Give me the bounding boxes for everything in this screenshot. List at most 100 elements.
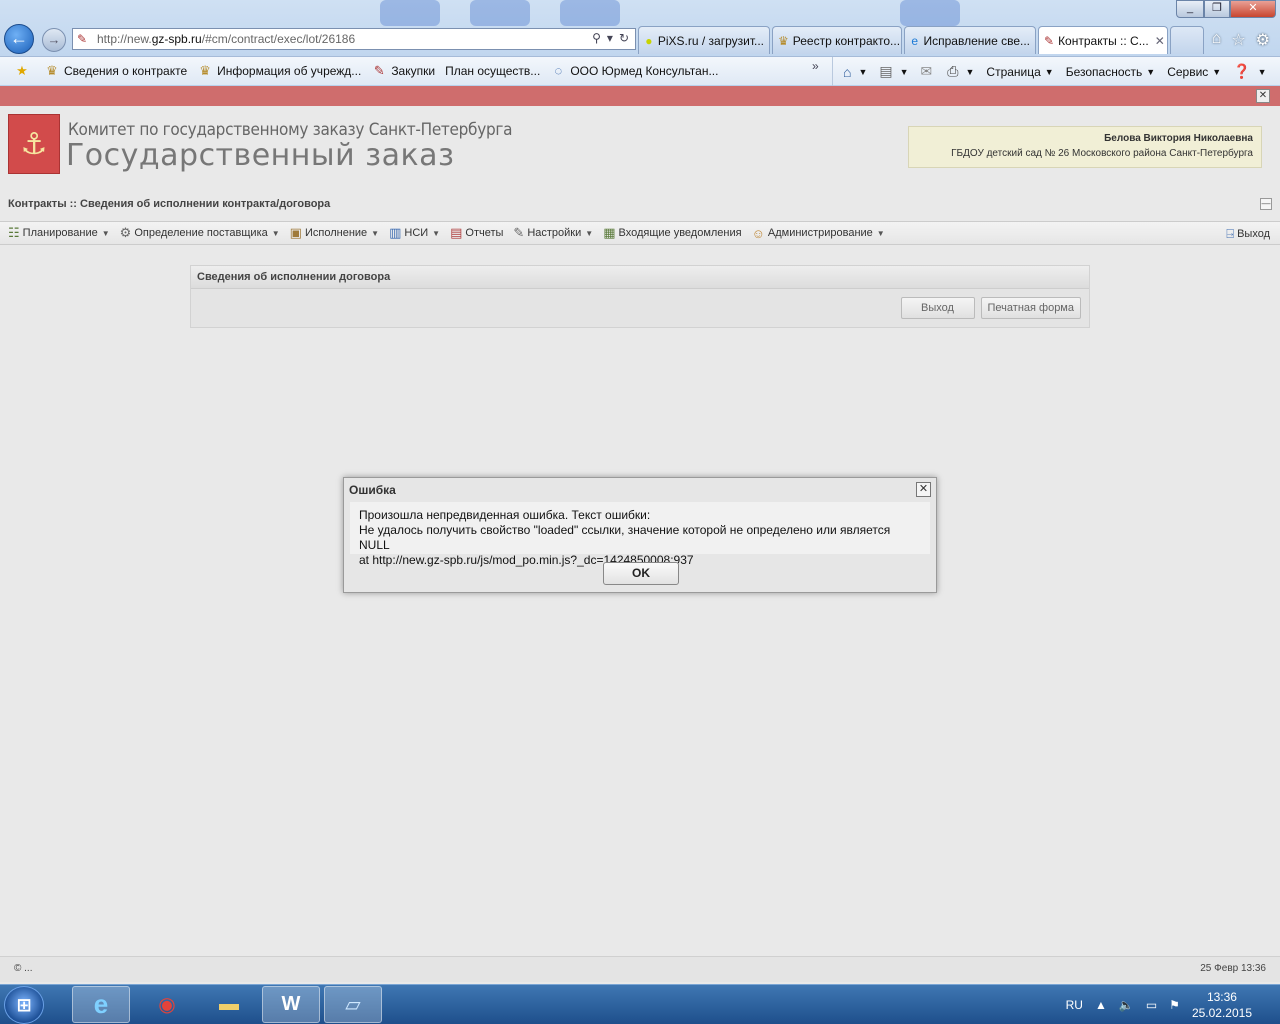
menu-planning[interactable]: ☷ Планирование ▼ — [8, 225, 110, 241]
command-bar: ⌂ ▼ ▤ ▼ ✉ ⎙ ▼ Страница ▼ Безопасность ▼ Серви… — [832, 57, 1279, 86]
menu-reports[interactable]: ▤ Отчеты — [450, 225, 503, 241]
site-header: ⚓ Комитет по государственному заказу Сан… — [0, 106, 1280, 184]
taskbar-word[interactable]: W — [262, 986, 320, 1023]
close-icon[interactable]: ✕ — [916, 482, 931, 497]
home-command[interactable]: ⌂ ▼ — [843, 64, 867, 80]
menu-supplier[interactable]: ⚙ Определение поставщика ▼ — [120, 225, 280, 241]
favorite-purchases[interactable]: ✎ Закупки — [371, 63, 435, 79]
menu-nsi[interactable]: ▥ НСИ ▼ — [389, 225, 440, 241]
mail-command[interactable]: ✉ — [921, 63, 936, 80]
breadcrumb: Контракты :: Сведения об исполнении конт… — [0, 184, 1280, 224]
exit-button[interactable]: Выход — [900, 297, 975, 319]
wrench-icon: ✎ — [513, 225, 525, 240]
taskbar-notepad[interactable]: ▱ — [324, 986, 382, 1023]
clock[interactable]: 13:36 25.02.2015 — [1192, 989, 1252, 1021]
favorite-institution-info[interactable]: ♛ Информация об учрежд... — [197, 63, 361, 79]
dialog-title: Ошибка ✕ — [344, 478, 936, 500]
clock-date: 25.02.2015 — [1191, 1006, 1252, 1020]
favorites-more-icon[interactable]: » — [812, 59, 819, 73]
print-command[interactable]: ⎙ ▼ — [947, 63, 974, 80]
inbox-icon: ▦ — [603, 225, 616, 240]
user-info-box: Белова Виктория Николаевна ГБДОУ детский… — [908, 126, 1262, 168]
panel-buttons: Выход Печатная форма — [900, 297, 1081, 319]
tab-pixs[interactable]: ● PiXS.ru / загрузит... — [638, 26, 770, 54]
service-menu[interactable]: Сервис ▼ — [1167, 65, 1221, 79]
favorite-yurmed[interactable]: ◌ ООО Юрмед Консультан... — [550, 63, 718, 79]
minimize-button[interactable]: _ — [1176, 0, 1204, 18]
collapse-icon[interactable]: — — [1260, 198, 1272, 210]
page-footer: © ... 25 Февр 13:36 — [0, 956, 1280, 982]
start-button[interactable]: ⊞ — [4, 986, 44, 1024]
tab-registry[interactable]: ♛ Реестр контракто... — [772, 26, 902, 54]
feeds-command[interactable]: ▤ ▼ — [879, 63, 908, 80]
chevron-down-icon: ▼ — [271, 228, 280, 238]
menu-admin[interactable]: ☺ Администрирование ▼ — [752, 226, 885, 241]
address-bar[interactable]: ✎ http://new.gz-spb.ru/#cm/contract/exec… — [72, 28, 636, 50]
copyright: © ... — [14, 963, 33, 974]
menu-notifications[interactable]: ▦ Входящие уведомления — [603, 225, 741, 241]
site-favicon-icon: ✎ — [373, 63, 385, 78]
favorite-plan[interactable]: План осуществ... — [445, 64, 540, 78]
new-tab-button[interactable] — [1170, 26, 1204, 54]
chevron-down-icon: ▼ — [432, 228, 441, 238]
tab-contracts[interactable]: ✎ Контракты :: С... ✕ — [1038, 26, 1168, 54]
report-icon: ▤ — [450, 225, 463, 240]
page-menu[interactable]: Страница ▼ — [986, 65, 1053, 79]
chevron-down-icon: ▼ — [899, 66, 909, 77]
volume-icon[interactable]: 🔈 — [1119, 998, 1134, 1012]
close-window-button[interactable]: ✕ — [1230, 0, 1276, 18]
system-tray: RU ▲ 🔈 ▭ ⚑ 13:36 25.02.2015 — [1066, 985, 1280, 1024]
ok-button[interactable]: OK — [603, 562, 679, 585]
arrow-right-icon: → — [47, 32, 61, 47]
gear-icon[interactable]: ⚙ — [1256, 30, 1270, 50]
menu-settings[interactable]: ✎ Настройки ▼ — [513, 225, 593, 241]
maximize-button[interactable]: ❐ — [1204, 0, 1230, 18]
pixs-favicon-icon: ● — [645, 33, 653, 48]
print-form-button[interactable]: Печатная форма — [980, 297, 1081, 319]
menu-exit[interactable]: ⍈ Выход — [1226, 226, 1270, 242]
network-icon[interactable]: ▭ — [1146, 998, 1157, 1012]
tab-label: Исправление све... — [923, 33, 1031, 48]
tab-correction[interactable]: e Исправление све... — [904, 26, 1036, 54]
help-menu[interactable]: ❓ ▼ — [1233, 63, 1266, 80]
execution-icon: ▣ — [289, 225, 302, 240]
star-favorites-icon[interactable]: ☆ — [1231, 30, 1245, 50]
security-menu[interactable]: Безопасность ▼ — [1066, 65, 1155, 79]
emblem-favicon-icon: ♛ — [778, 33, 789, 48]
taskbar-app-green[interactable]: ◉ — [138, 986, 196, 1023]
app-orb-icon: ◉ — [158, 994, 176, 1016]
chevron-down-icon: ▼ — [1212, 66, 1222, 77]
org-name-line1: Комитет по государственному заказу Санкт… — [68, 120, 513, 140]
spb-emblem-logo: ⚓ — [8, 114, 60, 174]
address-url: http://new.gz-spb.ru/#cm/contract/exec/l… — [97, 32, 356, 46]
menu-execution[interactable]: ▣ Исполнение ▼ — [290, 225, 379, 241]
taskbar-explorer[interactable]: ▬ — [200, 986, 258, 1023]
error-line-1: Произошла непредвиденная ошибка. Текст о… — [359, 508, 651, 522]
notepad-icon: ▱ — [345, 994, 361, 1016]
back-button[interactable]: ← — [4, 24, 34, 54]
search-icon[interactable]: ⚲ — [592, 31, 601, 45]
flag-icon[interactable]: ⚑ — [1169, 998, 1180, 1012]
home-icon[interactable]: ⌂ — [1212, 30, 1222, 50]
taskbar-ie[interactable]: e — [72, 986, 130, 1023]
tray-expand-icon[interactable]: ▲ — [1095, 998, 1107, 1012]
favorites-add-button[interactable]: ★ — [14, 63, 34, 79]
chevron-down-icon: ▼ — [1257, 66, 1267, 77]
execution-panel: Сведения об исполнении договора Выход Пе… — [190, 265, 1090, 328]
site-favicon-icon: ✎ — [77, 32, 88, 46]
background-deco — [900, 0, 960, 26]
printer-icon: ⎙ — [947, 63, 959, 79]
chevron-down-icon: ▼ — [858, 66, 868, 77]
ie-icon: e — [93, 989, 109, 1019]
arrow-left-icon: ← — [10, 28, 28, 48]
close-tab-icon[interactable]: ✕ — [1155, 34, 1165, 48]
language-indicator[interactable]: RU — [1066, 998, 1083, 1012]
favorite-contract-info[interactable]: ♛ Сведения о контракте — [44, 63, 187, 79]
refresh-icon[interactable]: ↻ — [619, 31, 629, 45]
tab-label: Реестр контракто... — [792, 33, 901, 48]
browser-chrome: _ ❐ ✕ ← → ✎ http://new.gz-spb.ru/#cm/con… — [0, 0, 1280, 86]
forward-button[interactable]: → — [42, 28, 66, 52]
close-icon[interactable]: ✕ — [1256, 89, 1270, 103]
site-favicon-icon: ✎ — [1044, 33, 1055, 48]
dropdown-icon[interactable]: ▾ — [607, 31, 613, 45]
